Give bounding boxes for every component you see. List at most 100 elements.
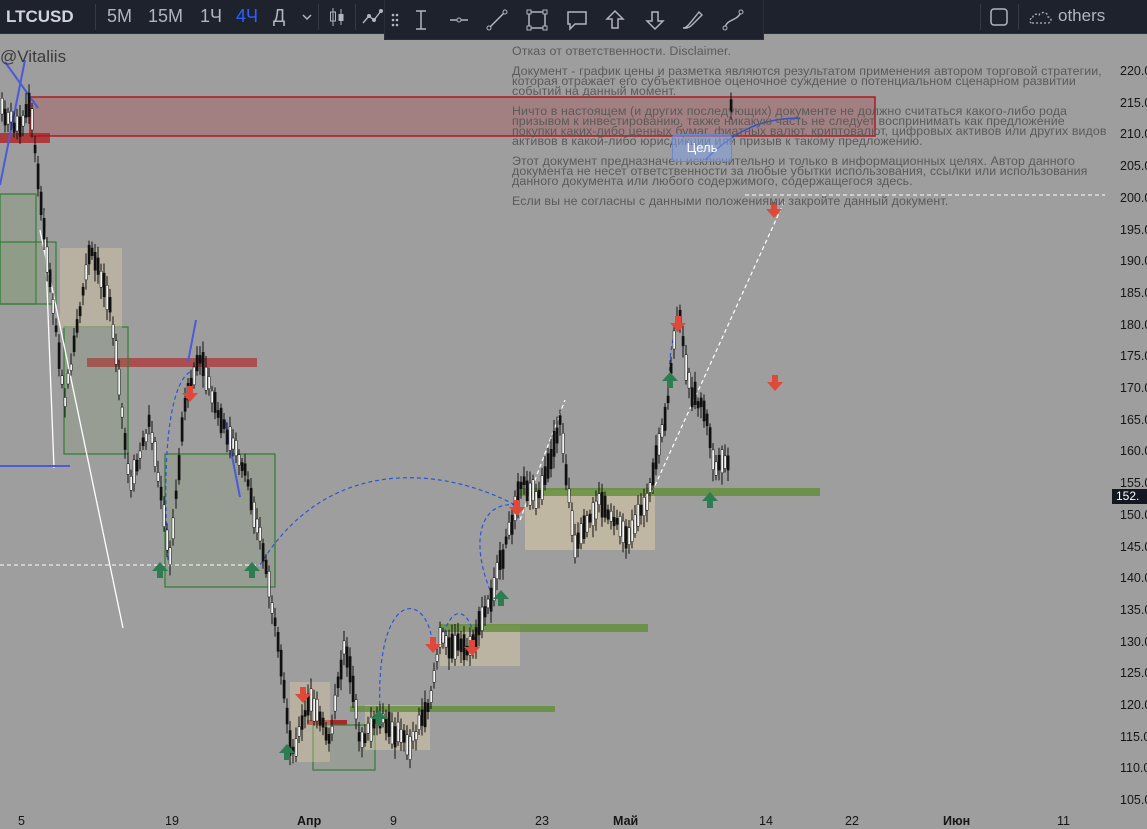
candle-body (585, 515, 589, 533)
timeframe-15m[interactable]: 15M (148, 6, 183, 27)
candle-body (456, 633, 460, 651)
candle-body (216, 410, 220, 418)
resistance-bar[interactable] (0, 133, 50, 143)
target-label[interactable]: Цель (672, 134, 732, 162)
cloud-icon[interactable] (1025, 4, 1055, 30)
blue-trend-line[interactable] (187, 319, 197, 363)
candle-body (543, 466, 547, 485)
candle-body (576, 532, 580, 549)
candle-body (93, 252, 97, 271)
candle-body (363, 733, 367, 744)
sell-arrow[interactable] (425, 637, 441, 653)
candle-body (459, 638, 463, 653)
candle-body (423, 702, 427, 728)
layouts-menu[interactable]: others (1058, 6, 1105, 26)
candles-icon[interactable] (324, 4, 350, 30)
candle-body (561, 432, 565, 454)
candle-body (666, 395, 670, 404)
candle-body (75, 319, 79, 333)
candle-body (453, 635, 457, 660)
timeframe-5m[interactable]: 5M (107, 6, 132, 27)
candle-body (408, 736, 412, 760)
buy-arrow[interactable] (662, 372, 678, 388)
price-axis-label: 110.0 (1120, 761, 1147, 776)
timeframe-4h[interactable]: 4Ч (236, 6, 258, 27)
timeframe-1h[interactable]: 1Ч (200, 6, 222, 27)
candle-body (450, 633, 454, 659)
candle-body (282, 679, 286, 699)
candle-body (192, 366, 196, 386)
candle-body (120, 406, 124, 418)
candle-body (552, 430, 556, 457)
candle-body (711, 449, 715, 470)
candle-body (696, 401, 700, 409)
candle-body (600, 491, 604, 518)
support-level[interactable] (350, 706, 555, 712)
checkbox-icon[interactable] (986, 4, 1012, 30)
candle-body (270, 602, 274, 614)
symbol-button[interactable]: LTCUSD (6, 7, 74, 27)
sell-arrow[interactable] (767, 375, 783, 391)
candle-body (231, 437, 235, 450)
candle-body (573, 534, 577, 558)
timeframe-1d[interactable]: Д (273, 6, 285, 27)
drag-handle-icon[interactable] (389, 6, 401, 34)
candle-body (330, 726, 334, 735)
demand-zone[interactable] (164, 453, 276, 588)
candle-body (222, 419, 226, 429)
candle-body (501, 549, 505, 569)
curve-tool-icon[interactable] (719, 6, 747, 34)
arrow-down-icon[interactable] (641, 6, 669, 34)
candle-body (87, 244, 91, 265)
sell-arrow[interactable] (509, 500, 525, 516)
candle-body (105, 285, 109, 310)
current-price-tag: 152. (1112, 489, 1147, 504)
candle-body (303, 710, 307, 717)
candle-body (603, 495, 607, 518)
candle-body (297, 726, 301, 737)
candle-body (633, 514, 637, 534)
candle-body (228, 426, 232, 451)
trend-line-icon[interactable] (483, 6, 511, 34)
horizontal-line-icon[interactable] (445, 6, 473, 34)
price-axis-label: 220.0 (1120, 64, 1147, 78)
candle-body (618, 516, 622, 537)
candle-body (273, 617, 277, 626)
brush-icon[interactable] (679, 6, 707, 34)
sell-arrow[interactable] (670, 316, 686, 332)
candle-body (693, 381, 697, 405)
text-cursor-icon[interactable] (407, 6, 435, 34)
disclaimer-line: Документ - график цены и разметка являют… (512, 64, 1102, 98)
candle-body (30, 108, 34, 131)
candle-body (45, 246, 49, 273)
candle-body (708, 427, 712, 449)
price-axis-label: 175.0 (1120, 349, 1147, 364)
projection-curve[interactable] (259, 477, 516, 566)
candle-body (564, 464, 568, 486)
arrow-up-icon[interactable] (601, 6, 629, 34)
candle-body (657, 433, 661, 456)
candle-body (333, 694, 337, 712)
rectangle-icon[interactable] (523, 6, 551, 34)
candle-body (6, 112, 10, 125)
candle-body (558, 415, 562, 425)
support-level[interactable] (520, 488, 820, 496)
price-chart[interactable]: @Vitaliis Отказ от ответственности. Disc… (0, 34, 1147, 829)
candle-body (534, 491, 538, 509)
blue-trend-line[interactable] (4, 61, 39, 109)
candle-body (684, 354, 688, 381)
indicators-icon[interactable] (360, 4, 386, 30)
candle-body (246, 479, 250, 487)
candle-body (132, 459, 136, 485)
projection-curve[interactable] (379, 608, 433, 713)
candle-body (609, 510, 613, 522)
candle-body (237, 454, 241, 466)
toolbar-divider (980, 4, 981, 30)
candle-body (213, 392, 217, 413)
candle-body (15, 115, 19, 132)
accumulation-zone[interactable] (60, 248, 122, 328)
price-axis-label: 120.0 (1120, 698, 1147, 712)
timeframe-dropdown-icon[interactable] (294, 4, 320, 30)
callout-icon[interactable] (563, 6, 591, 34)
candle-body (234, 440, 238, 456)
